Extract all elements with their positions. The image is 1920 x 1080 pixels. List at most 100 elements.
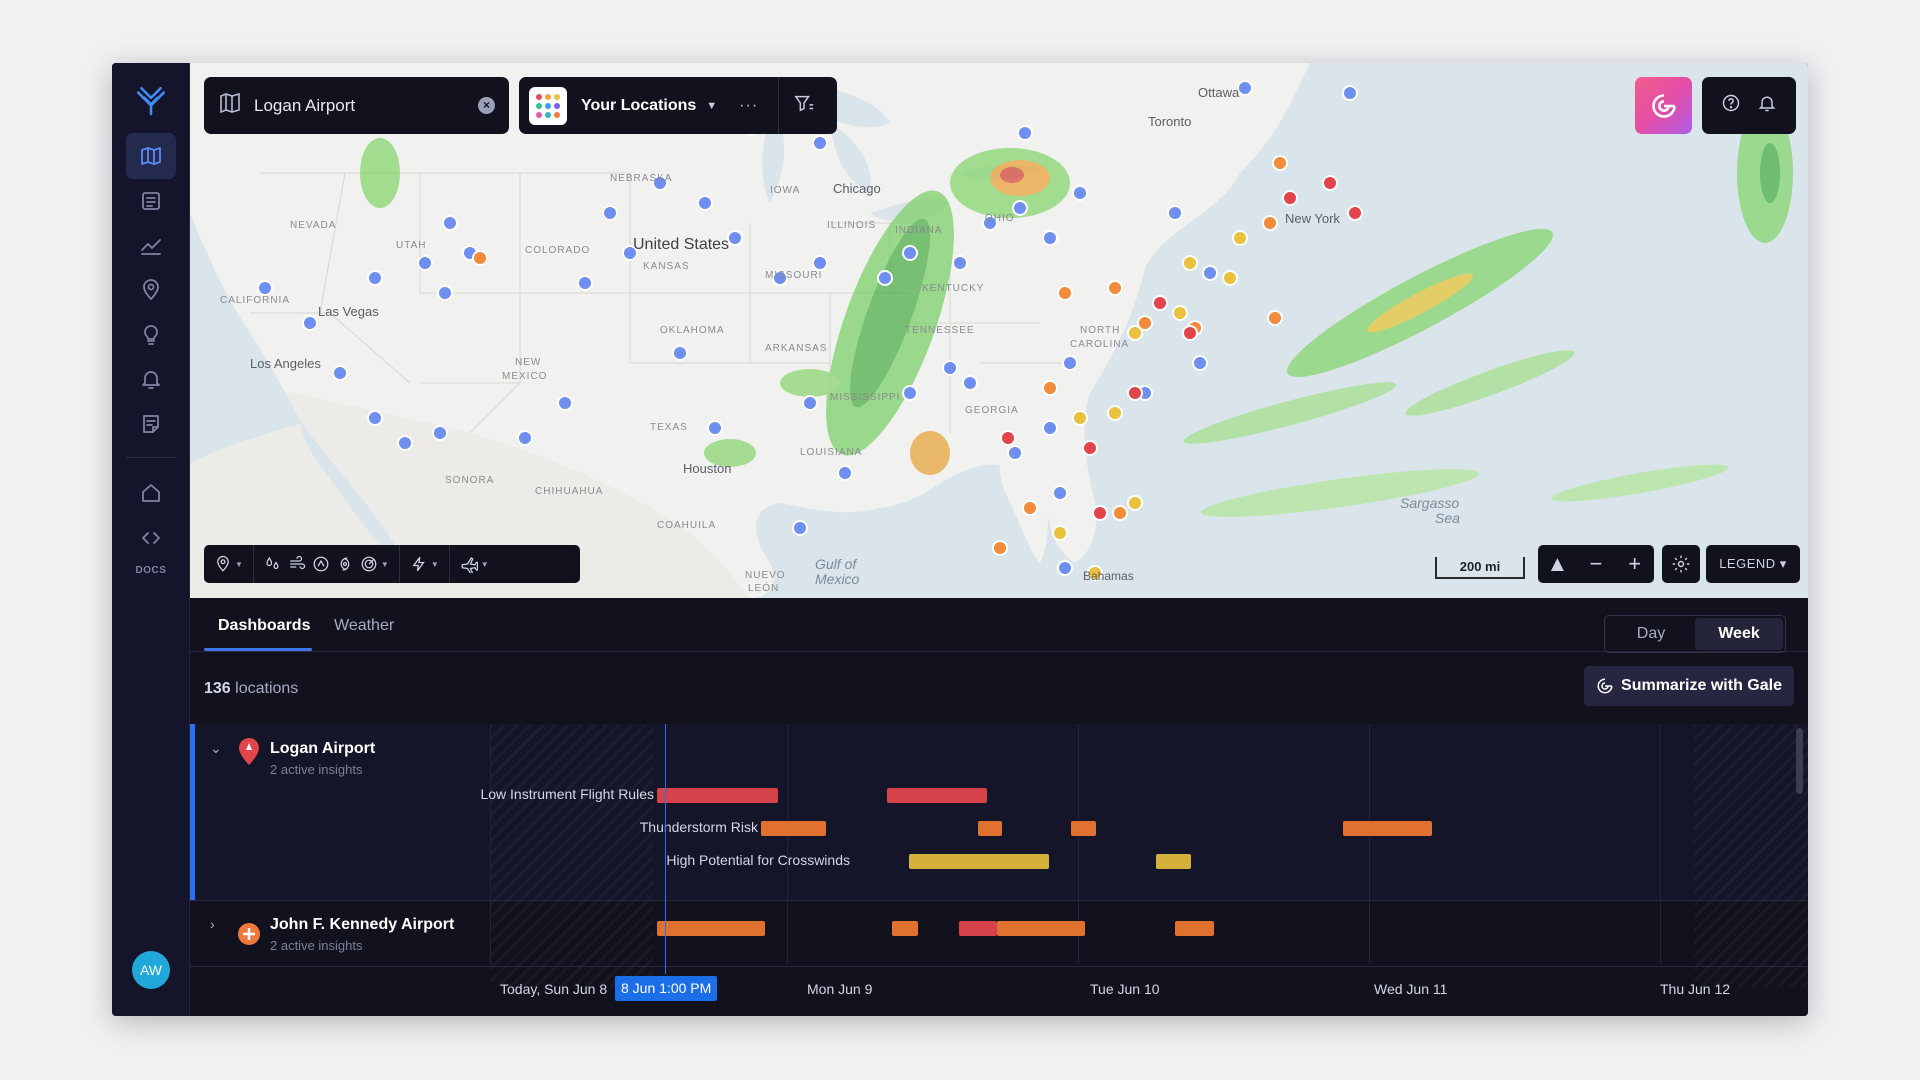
collapse-chevron-icon[interactable]: ⌄: [210, 740, 222, 757]
state-mexico: MEXICO: [502, 371, 547, 382]
insight-bar-lifr[interactable]: [887, 788, 987, 803]
current-time-line: [665, 724, 666, 974]
user-avatar[interactable]: AW: [132, 951, 170, 989]
city-toronto: Toronto: [1148, 114, 1191, 129]
location-name[interactable]: Logan Airport: [270, 740, 375, 758]
city-new-york: New York: [1285, 211, 1340, 226]
nav-docs-link[interactable]: DOCS: [112, 565, 190, 576]
sidebar-divider: [126, 457, 176, 458]
clear-search-icon[interactable]: ×: [478, 97, 495, 114]
gale-icon: [1597, 678, 1613, 694]
locations-label[interactable]: Your Locations: [581, 97, 696, 115]
range-week-button[interactable]: Week: [1695, 618, 1783, 650]
aviation-layer-control[interactable]: ▼: [460, 555, 489, 573]
lightning-layer-control[interactable]: ▼: [410, 555, 439, 573]
nav-alerts-icon[interactable]: [126, 356, 176, 402]
state-kentucky: KENTUCKY: [922, 283, 984, 294]
city-houston: Houston: [683, 461, 731, 476]
date-label: Thu Jun 12: [1660, 981, 1731, 997]
expand-chevron-icon[interactable]: ›: [210, 916, 215, 932]
locations-count-unit: locations: [235, 680, 299, 697]
location-name[interactable]: John F. Kennedy Airport: [270, 916, 454, 934]
zoom-out-button[interactable]: −: [1577, 551, 1615, 577]
filter-icon[interactable]: [793, 92, 815, 119]
sea-sea: Sea: [1435, 510, 1460, 526]
insight-bar-thunderstorm[interactable]: [978, 821, 1002, 836]
table-row[interactable]: [190, 724, 1808, 900]
timeline-gridline: [1660, 724, 1661, 964]
more-options-icon[interactable]: ···: [739, 97, 758, 115]
timeline-gridline: [1369, 724, 1370, 964]
region-nuevo: NUEVO: [745, 570, 786, 581]
insight-bar-thunderstorm[interactable]: [761, 821, 826, 836]
insight-bar-lifr[interactable]: [657, 788, 778, 803]
chevron-down-icon[interactable]: ▼: [706, 100, 717, 112]
insight-bar-summary[interactable]: [997, 921, 1085, 936]
gale-icon: [1651, 93, 1676, 118]
locations-divider: [778, 77, 780, 134]
wind-layer-icon[interactable]: [288, 555, 306, 573]
state-carolina: CAROLINA: [1070, 339, 1129, 350]
insight-bar-summary[interactable]: [892, 921, 918, 936]
nav-code-icon[interactable]: [126, 515, 176, 561]
visibility-layer-icon[interactable]: [312, 555, 330, 573]
tab-dashboards[interactable]: Dashboards: [218, 617, 310, 635]
locations-selector[interactable]: Your Locations ▼ ···: [519, 77, 837, 134]
legend-button[interactable]: LEGEND ▾: [1706, 545, 1800, 583]
insight-bar-thunderstorm[interactable]: [1071, 821, 1096, 836]
compass-north-icon[interactable]: ▲: [1538, 551, 1576, 577]
city-chicago: Chicago: [833, 181, 881, 196]
map-search-icon: [218, 91, 242, 120]
city-las-vegas: Las Vegas: [318, 304, 379, 319]
insight-bar-summary[interactable]: [959, 921, 997, 936]
insight-label-lifr: Low Instrument Flight Rules: [480, 786, 654, 802]
insight-bar-summary[interactable]: [657, 921, 765, 936]
dashboard-panel: Dashboards Weather Day Week 136 location…: [190, 598, 1808, 1016]
weather-map[interactable]: Ottawa Toronto Chicago New York United S…: [190, 63, 1808, 598]
state-colorado: COLORADO: [525, 245, 590, 256]
sea-gulf-of: Gulf of: [815, 556, 858, 572]
brand-logo-icon[interactable]: [126, 77, 176, 123]
notifications-bell-icon[interactable]: [1757, 93, 1777, 118]
state-utah: UTAH: [396, 240, 426, 251]
date-label: Wed Jun 11: [1374, 981, 1448, 997]
nav-notes-icon[interactable]: [126, 401, 176, 447]
map-settings-button[interactable]: [1662, 545, 1700, 583]
state-nebraska: NEBRASKA: [610, 173, 672, 184]
nav-insights-icon[interactable]: [126, 312, 176, 358]
tab-weather[interactable]: Weather: [334, 617, 394, 635]
precipitation-radar-layer: Ottawa Toronto Chicago New York United S…: [220, 80, 1793, 594]
gale-assistant-button[interactable]: [1635, 77, 1692, 134]
nav-trends-icon[interactable]: [126, 222, 176, 268]
nav-map-icon[interactable]: [126, 133, 176, 179]
insight-bar-crosswinds[interactable]: [909, 854, 1049, 869]
state-tennessee: TENNESSEE: [905, 325, 975, 336]
search-input[interactable]: Logan Airport: [254, 96, 478, 116]
insight-bar-thunderstorm[interactable]: [1343, 821, 1432, 836]
pin-layer-control[interactable]: ▼: [214, 555, 243, 573]
zoom-in-button[interactable]: +: [1616, 551, 1654, 577]
nav-locations-icon[interactable]: [126, 267, 176, 313]
state-louisiana: LOUISIANA: [800, 447, 862, 458]
insight-bar-summary[interactable]: [1175, 921, 1214, 936]
summarize-label: Summarize with Gale: [1621, 677, 1782, 694]
current-time-badge: 8 Jun 1:00 PM: [615, 976, 718, 1001]
insight-bar-crosswinds[interactable]: [1156, 854, 1191, 869]
nav-reports-icon[interactable]: [126, 178, 176, 224]
tropical-storm-layer-icon[interactable]: [336, 555, 354, 573]
summarize-with-gale-button[interactable]: Summarize with Gale: [1584, 666, 1794, 706]
region-chihuahua: CHIHUAHUA: [535, 486, 603, 497]
radar-layer-control[interactable]: ▼: [360, 555, 389, 573]
selected-row-indicator: [190, 724, 195, 900]
app-window: DOCS AW Ottawa Toronto Chicago New York …: [112, 63, 1808, 1016]
nav-home-icon[interactable]: [126, 470, 176, 516]
state-illinois: ILLINOIS: [827, 220, 876, 231]
location-pin-icon: [236, 736, 262, 771]
region-coahuila: COAHUILA: [657, 520, 716, 531]
range-day-button[interactable]: Day: [1607, 618, 1695, 650]
precipitation-layer-icon[interactable]: [264, 555, 282, 573]
timeline-scrollbar[interactable]: [1796, 728, 1803, 794]
help-icon[interactable]: [1721, 93, 1741, 118]
location-search[interactable]: Logan Airport ×: [204, 77, 509, 134]
map-scale: 200 mi: [1435, 557, 1525, 579]
